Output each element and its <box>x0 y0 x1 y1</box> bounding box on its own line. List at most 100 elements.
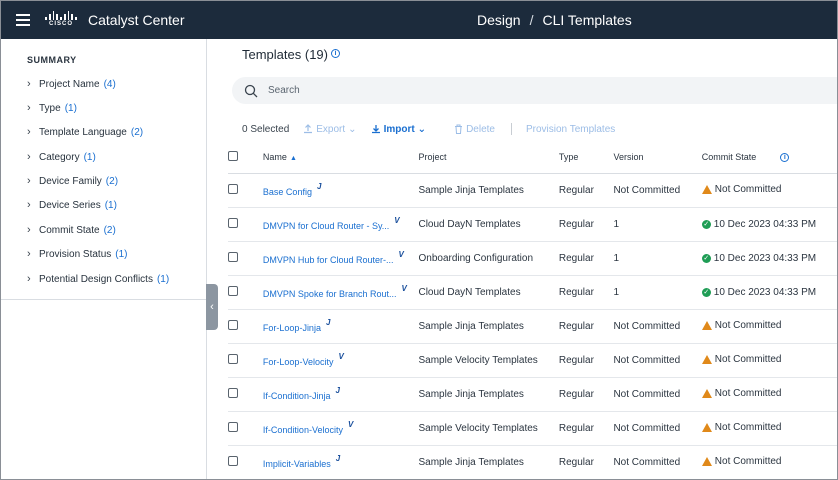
column-header-project[interactable]: Project <box>418 141 559 174</box>
sidebar-divider <box>1 299 207 300</box>
breadcrumb-design[interactable]: Design <box>477 12 521 28</box>
template-language-badge: V <box>394 216 400 225</box>
info-icon[interactable]: i <box>780 152 790 162</box>
search-bar[interactable] <box>232 77 837 104</box>
column-header-version[interactable]: Version <box>613 141 702 174</box>
row-checkbox[interactable] <box>228 421 238 432</box>
chevron-right-icon: › <box>27 199 31 211</box>
chevron-right-icon: › <box>27 78 31 90</box>
project-cell: Onboarding Configuration <box>418 241 559 276</box>
version-cell: 1 <box>613 241 702 276</box>
commit-state-cell: Not Committed <box>701 445 837 479</box>
chevron-right-icon: › <box>27 175 31 187</box>
template-name-link[interactable]: Implicit-Variables <box>263 459 331 469</box>
row-checkbox[interactable] <box>228 353 238 364</box>
toolbar-divider <box>510 123 512 135</box>
row-checkbox[interactable] <box>228 217 238 228</box>
type-cell: Regular <box>558 343 614 378</box>
main-content: Templates (19)i 0 Selected Export ⌄ Impo… <box>208 39 837 479</box>
filter-device-family[interactable]: › Device Family (2) <box>27 173 118 189</box>
template-name-link[interactable]: If-Condition-Velocity <box>263 425 343 435</box>
row-checkbox[interactable] <box>228 455 238 466</box>
table-row[interactable]: DMVPN for Cloud Router - Sy... V Cloud Day… <box>228 207 837 242</box>
hamburger-menu-icon[interactable] <box>16 14 30 26</box>
top-bar: CISCO Catalyst Center Design / CLI Templ… <box>1 1 837 39</box>
type-cell: Regular <box>558 241 614 276</box>
template-name-link[interactable]: For-Loop-Velocity <box>263 357 334 367</box>
check-circle-icon: ✓ <box>701 220 711 229</box>
project-cell: Sample Jinja Templates <box>418 173 559 208</box>
commit-state-cell: ✓ 10 Dec 2023 04:33 PM <box>701 275 837 310</box>
table-row[interactable]: Implicit-Variables J Sample Jinja Template… <box>228 445 837 479</box>
filter-category[interactable]: › Category (1) <box>27 149 96 165</box>
row-checkbox[interactable] <box>228 319 238 330</box>
table-row[interactable]: If-Condition-Jinja J Sample Jinja Template… <box>228 377 837 412</box>
chevron-right-icon: › <box>27 151 31 163</box>
project-cell: Sample Velocity Templates <box>418 411 559 446</box>
template-name-link[interactable]: Base Config <box>263 187 312 197</box>
filter-template-language[interactable]: › Template Language (2) <box>27 124 143 140</box>
delete-button[interactable]: Delete <box>454 124 495 135</box>
template-name-link[interactable]: For-Loop-Jinja <box>263 323 321 333</box>
table-row[interactable]: DMVPN Hub for Cloud Router-... V Onboardin… <box>228 241 837 276</box>
template-language-badge: J <box>335 386 340 395</box>
column-header-commit-state[interactable]: Commit State i <box>701 141 837 174</box>
type-cell: Regular <box>558 309 614 344</box>
row-checkbox[interactable] <box>228 387 238 398</box>
export-icon <box>304 124 313 134</box>
select-all-checkbox[interactable] <box>228 150 238 161</box>
cisco-logo: CISCO <box>44 11 78 29</box>
template-name-link[interactable]: If-Condition-Jinja <box>263 391 331 401</box>
chevron-right-icon: › <box>27 102 31 114</box>
commit-state-cell: Not Committed <box>701 343 837 378</box>
info-icon[interactable]: i <box>330 49 340 58</box>
filter-provision-status[interactable]: › Provision Status (1) <box>27 246 128 262</box>
template-language-badge: J <box>335 454 341 463</box>
version-cell: Not Committed <box>613 309 702 344</box>
template-name-link[interactable]: DMVPN Hub for Cloud Router-... <box>263 255 394 265</box>
commit-state-cell: ✓ 10 Dec 2023 04:33 PM <box>701 207 837 242</box>
provision-templates-button[interactable]: Provision Templates <box>526 124 615 135</box>
table-row[interactable]: For-Loop-Velocity V Sample Velocity Templa… <box>228 343 837 378</box>
template-language-badge: V <box>338 352 344 361</box>
search-input[interactable] <box>268 85 768 96</box>
filter-project-name[interactable]: › Project Name (4) <box>27 76 116 92</box>
version-cell: Not Committed <box>613 173 702 208</box>
template-language-badge: V <box>347 420 354 429</box>
chevron-right-icon: › <box>27 126 31 138</box>
column-header-name[interactable]: Name ▲ <box>262 141 419 174</box>
version-cell: 1 <box>613 275 702 310</box>
row-checkbox[interactable] <box>228 183 238 194</box>
selected-count: 0 Selected <box>242 123 290 135</box>
table-row[interactable]: Base Config J Sample Jinja Templates Regula… <box>228 173 837 208</box>
type-cell: Regular <box>558 411 614 446</box>
warning-icon <box>701 320 712 330</box>
filter-type[interactable]: › Type (1) <box>27 100 77 116</box>
filter-commit-state[interactable]: › Commit State (2) <box>27 222 116 238</box>
table-row[interactable]: If-Condition-Velocity V Sample Velocity Te… <box>228 411 837 446</box>
breadcrumb: Design / CLI Templates <box>477 12 632 28</box>
commit-state-cell: ✓ 10 Dec 2023 04:33 PM <box>701 241 837 276</box>
template-name-link[interactable]: DMVPN for Cloud Router - Sy... <box>263 221 389 231</box>
table-row[interactable]: DMVPN Spoke for Branch Rout... V Cloud Day… <box>228 275 837 310</box>
warning-icon <box>701 456 712 466</box>
table-row[interactable]: For-Loop-Jinja J Sample Jinja Templates Reg… <box>228 309 837 344</box>
version-cell: 1 <box>613 207 702 242</box>
template-name-link[interactable]: DMVPN Spoke for Branch Rout... <box>263 289 397 299</box>
table-toolbar: 0 Selected Export ⌄ Import ⌄ Delete Prov… <box>242 122 629 136</box>
version-cell: Not Committed <box>613 343 702 378</box>
chevron-down-icon: ⌄ <box>348 123 357 135</box>
filter-device-series[interactable]: › Device Series (1) <box>27 197 117 213</box>
project-cell: Sample Jinja Templates <box>418 309 559 344</box>
type-cell: Regular <box>558 377 614 412</box>
templates-table: Name ▲ Project Type Version Commit State i… <box>228 141 837 479</box>
row-checkbox[interactable] <box>228 285 238 296</box>
project-cell: Sample Jinja Templates <box>418 377 559 412</box>
column-header-type[interactable]: Type <box>558 141 614 174</box>
filter-sidebar: SUMMARY › Project Name (4) › Type (1) › Templ… <box>1 39 207 479</box>
import-button[interactable]: Import ⌄ <box>371 124 426 135</box>
filter-potential-design-conflicts[interactable]: › Potential Design Conflicts (1) <box>27 271 169 287</box>
row-checkbox[interactable] <box>228 251 238 262</box>
breadcrumb-separator: / <box>529 12 534 28</box>
export-button[interactable]: Export ⌄ <box>303 123 357 135</box>
